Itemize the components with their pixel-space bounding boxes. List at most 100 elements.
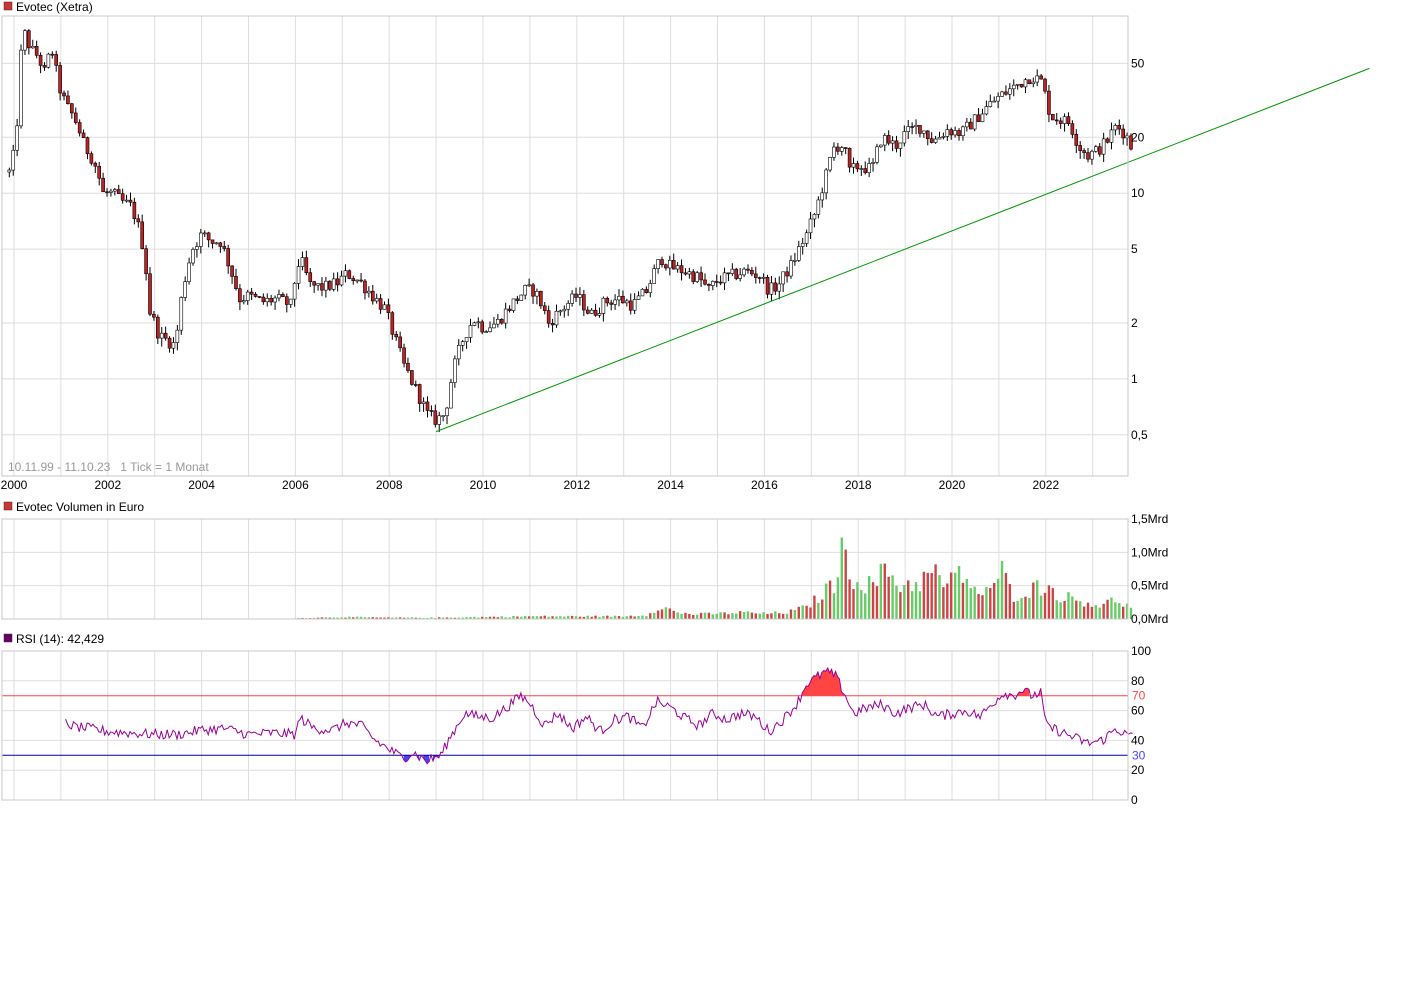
volume-bar <box>1008 583 1012 619</box>
candle-body <box>406 362 410 371</box>
candle-body <box>1090 150 1094 160</box>
volume-bar <box>1094 605 1098 619</box>
candle-body <box>957 130 961 137</box>
volume-bar <box>738 611 742 619</box>
candle-body <box>1105 138 1110 143</box>
candle-body <box>582 294 586 311</box>
candle-body <box>296 266 301 284</box>
volume-bar <box>766 613 769 619</box>
volume-bar <box>922 571 926 619</box>
candle-body <box>1023 79 1028 88</box>
candle-body <box>245 291 250 301</box>
candle-body <box>38 54 43 66</box>
candle-body <box>1039 75 1043 80</box>
candle-body <box>339 275 344 286</box>
volume-bar <box>981 595 984 619</box>
candle-body <box>609 302 613 305</box>
candle-body <box>847 148 852 168</box>
candle-body <box>972 114 977 130</box>
candle-body <box>922 130 926 134</box>
candle-body <box>929 138 934 143</box>
candle-body <box>542 305 547 311</box>
candle-body <box>136 218 141 223</box>
candle-body <box>54 54 59 66</box>
volume-bar <box>852 589 855 619</box>
volume-bar <box>1078 601 1082 619</box>
candle-body <box>288 298 293 305</box>
candle-body <box>937 136 942 140</box>
candle-body <box>370 290 375 302</box>
trendline <box>435 67 1370 433</box>
candle-body <box>1054 119 1059 122</box>
candle-body <box>210 239 215 244</box>
candle-body <box>58 65 62 94</box>
price-frame <box>1 15 1129 477</box>
candle-body <box>1101 138 1106 155</box>
candle-body <box>417 384 422 404</box>
candle-body <box>1035 75 1040 83</box>
candle-body <box>27 30 31 49</box>
candle-body <box>327 280 332 290</box>
volume-bar <box>824 583 828 619</box>
candle-body <box>945 129 950 137</box>
candle-body <box>640 289 645 297</box>
rsi-grid <box>2 650 1128 801</box>
volume-bar <box>1028 597 1031 619</box>
candle-body <box>378 298 383 310</box>
candle-body <box>226 248 230 267</box>
volume-bar <box>1016 600 1019 619</box>
candle-body <box>523 284 528 296</box>
candle-body <box>648 283 653 293</box>
volume-bar <box>867 575 871 619</box>
rsi-y-tick-label: 100 <box>1131 644 1151 658</box>
volume-bar <box>914 582 918 619</box>
volume-panel: Evotec Volumen in Euro 1,5Mrd 1,0Mrd 0,5Mr… <box>1 500 1168 626</box>
candle-body <box>714 281 719 283</box>
volume-legend-swatch <box>3 501 13 511</box>
volume-bar <box>1043 592 1047 619</box>
candle-body <box>703 279 707 285</box>
price-panel: Evotec (Xetra) 5020105210,5 2000 2002 2004… <box>1 0 1370 492</box>
candle-body <box>980 113 985 123</box>
candle-body <box>777 283 782 292</box>
price-x-tick-label: 2004 <box>188 478 215 492</box>
price-y-tick-label: 0,5 <box>1131 428 1148 442</box>
volume-bar <box>543 615 546 619</box>
candle-body <box>132 201 137 220</box>
candle-body <box>42 65 47 68</box>
candle-body <box>421 401 426 404</box>
candle-body <box>242 300 246 303</box>
candle-body <box>425 401 430 411</box>
volume-bar <box>1118 603 1121 619</box>
candle-body <box>902 131 907 144</box>
volume-bar <box>684 612 687 619</box>
candle-body <box>894 140 899 149</box>
volume-bar <box>711 614 715 619</box>
candle-body <box>128 199 133 203</box>
candle-body <box>843 147 848 149</box>
candle-body <box>879 144 883 148</box>
candle-body <box>331 278 336 290</box>
volume-bar <box>1051 588 1055 619</box>
candle-body <box>836 146 840 152</box>
candle-body <box>1058 120 1063 124</box>
candle-body <box>882 135 887 146</box>
candle-body <box>320 283 324 291</box>
candle-body <box>507 308 512 311</box>
candle-body <box>601 297 606 314</box>
candle-body <box>738 274 742 279</box>
candle-body <box>503 308 508 324</box>
candle-body <box>230 265 234 277</box>
price-x-axis: 2000 2002 2004 2006 2008 2010 2012 2014 2016 2018… <box>1 478 1060 492</box>
volume-bar <box>778 613 781 619</box>
volume-bar <box>1106 599 1109 619</box>
candle-body <box>1086 152 1090 160</box>
candle-body <box>984 106 989 115</box>
candle-body <box>1117 125 1122 130</box>
candle-body <box>562 308 567 312</box>
candle-body <box>492 323 496 329</box>
candle-body <box>851 163 856 168</box>
candle-body <box>574 293 578 298</box>
volume-bar <box>942 587 945 619</box>
candle-body <box>664 264 668 269</box>
